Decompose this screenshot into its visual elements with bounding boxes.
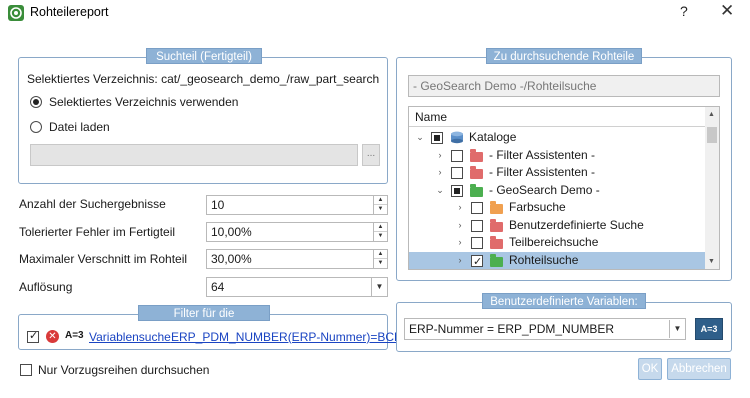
folder-icon	[490, 236, 503, 249]
tree-checkbox[interactable]	[451, 184, 463, 197]
filter-expression-link[interactable]: ERP_PDM_NUMBER(ERP-Nummer)=BCD	[171, 330, 403, 344]
waste-label: Maximaler Verschnitt im Rohteil	[19, 252, 188, 266]
tree-item-label: Kataloge	[469, 130, 517, 144]
load-file-label[interactable]: Datei laden	[49, 120, 110, 134]
search-part-legend: Suchteil (Fertigteil)	[146, 48, 262, 64]
folder-icon	[490, 218, 503, 232]
selected-directory-label: Selektiertes Verzeichnis: cat/_geosearch…	[27, 72, 380, 86]
tree-checkbox[interactable]	[451, 149, 463, 162]
window-title: Rohteilereport	[30, 5, 109, 19]
chevron-right-icon[interactable]: ›	[435, 147, 445, 165]
tree-item-label: Teilbereichsuche	[509, 235, 599, 249]
scroll-up-icon[interactable]: ▲	[708, 111, 715, 118]
chevron-right-icon[interactable]: ›	[435, 164, 445, 182]
tree-item-label: - GeoSearch Demo -	[489, 182, 600, 197]
tolerance-label: Tolerierter Fehler im Fertigteil	[19, 225, 176, 239]
browse-button[interactable]: ...	[362, 144, 380, 166]
waste-input[interactable]: 30,00% ▲ ▼	[206, 249, 388, 269]
chevron-down-icon[interactable]: ▼	[371, 278, 387, 296]
variables-legend: Benutzerdefinierte Variablen:	[482, 293, 646, 309]
tree-checkbox[interactable]	[431, 132, 443, 144]
tree-item-label: Rohteilsuche	[509, 252, 579, 267]
use-directory-label[interactable]: Selektiertes Verzeichnis verwenden	[49, 95, 238, 109]
folder-icon	[470, 148, 483, 162]
file-path-input[interactable]	[30, 144, 358, 166]
chevron-right-icon[interactable]: ›	[455, 234, 465, 252]
folder-icon	[490, 201, 503, 214]
cancel-button[interactable]: Abbrechen	[667, 358, 731, 380]
spin-up-icon[interactable]: ▲	[374, 196, 387, 205]
spin-down-icon[interactable]: ▼	[374, 205, 387, 214]
tree-row[interactable]: › Teilbereichsuche	[409, 234, 705, 252]
tree-row[interactable]: ⌄ Kataloge	[409, 129, 705, 147]
tree-item-label: - Filter Assistenten -	[489, 165, 596, 179]
tolerance-input[interactable]: 10,00% ▲ ▼	[206, 222, 388, 242]
preferred-only-checkbox[interactable]	[20, 364, 32, 376]
tree-checkbox[interactable]	[471, 253, 483, 269]
filter-legend: Filter für die Ergebnisse:	[138, 305, 270, 336]
tree-row[interactable]: › - Filter Assistenten -	[409, 164, 705, 182]
tree-item-label: Benutzerdefinierte Suche	[509, 217, 644, 232]
spin-down-icon[interactable]: ▼	[374, 232, 387, 241]
waste-value: 30,00%	[211, 252, 252, 266]
folder-icon	[470, 166, 483, 179]
tree-row[interactable]: › - Filter Assistenten -	[409, 147, 705, 165]
tree-checkbox[interactable]	[471, 219, 483, 232]
help-button[interactable]: ?	[680, 3, 688, 19]
tree-column-header[interactable]: Name	[409, 107, 705, 127]
chevron-right-icon[interactable]: ›	[455, 199, 465, 217]
selected-path-field: - GeoSearch Demo -/Rohteilsuche	[408, 75, 720, 97]
tree-item-label: - Filter Assistenten -	[489, 147, 596, 162]
results-count-input[interactable]: 10 ▲ ▼	[206, 195, 388, 215]
tree-item-label: Farbsuche	[509, 200, 566, 214]
raw-parts-tree: Name ▲ ▼ ⌄ Kataloge › - Filter Assistenten …	[408, 106, 720, 270]
variables-select[interactable]: ERP-Nummer = ERP_PDM_NUMBER ▼	[404, 318, 686, 340]
scroll-down-icon[interactable]: ▼	[708, 258, 715, 265]
app-icon	[8, 5, 24, 21]
waste-spinner[interactable]: ▲ ▼	[373, 250, 387, 268]
tree-row[interactable]: › Benutzerdefinierte Suche	[409, 217, 705, 235]
tree-row[interactable]: ⌄ - GeoSearch Demo -	[409, 182, 705, 200]
chevron-down-icon[interactable]: ⌄	[435, 182, 445, 200]
scroll-thumb[interactable]	[707, 127, 717, 143]
variable-search-link[interactable]: Variablensuche	[89, 330, 171, 344]
folder-icon	[470, 183, 483, 197]
folder-icon	[490, 253, 503, 267]
results-count-value: 10	[211, 198, 225, 212]
tree-row[interactable]: › Rohteilsuche	[409, 251, 705, 270]
preferred-only-label[interactable]: Nur Vorzugsreihen durchsuchen	[38, 363, 209, 377]
tree-scrollbar[interactable]: ▲ ▼	[705, 107, 719, 269]
spin-up-icon[interactable]: ▲	[374, 223, 387, 232]
tree-checkbox[interactable]	[471, 237, 483, 249]
resolution-label: Auflösung	[19, 280, 73, 294]
title-bar: Rohteilereport ? ✕	[0, 0, 750, 26]
tree-checkbox[interactable]	[451, 167, 463, 179]
tolerance-value: 10,00%	[211, 225, 252, 239]
close-button[interactable]: ✕	[720, 1, 734, 21]
catalog-icon	[450, 131, 464, 144]
tree-checkbox[interactable]	[471, 202, 483, 214]
raw-parts-legend: Zu durchsuchende Rohteile	[486, 48, 642, 64]
tree-row[interactable]: › Farbsuche	[409, 199, 705, 217]
variable-badge-icon: A=3	[65, 330, 84, 341]
use-directory-radio[interactable]	[30, 96, 42, 108]
spin-up-icon[interactable]: ▲	[374, 250, 387, 259]
resolution-select[interactable]: 64 ▼	[206, 277, 388, 297]
variables-select-value: ERP-Nummer = ERP_PDM_NUMBER	[409, 322, 615, 336]
chevron-right-icon[interactable]: ›	[455, 217, 465, 235]
chevron-down-icon[interactable]: ⌄	[415, 129, 425, 147]
filter-item-checkbox[interactable]	[27, 329, 39, 343]
results-count-label: Anzahl der Suchergebnisse	[19, 197, 166, 211]
variable-editor-button[interactable]: A=3	[695, 318, 723, 340]
ok-button[interactable]: OK	[638, 358, 662, 380]
tolerance-spinner[interactable]: ▲ ▼	[373, 223, 387, 241]
resolution-value: 64	[211, 280, 225, 294]
chevron-down-icon[interactable]: ▼	[669, 320, 685, 338]
load-file-radio[interactable]	[30, 121, 42, 133]
chevron-right-icon[interactable]: ›	[455, 252, 465, 270]
spin-down-icon[interactable]: ▼	[374, 259, 387, 268]
results-count-spinner[interactable]: ▲ ▼	[373, 196, 387, 214]
remove-filter-icon[interactable]: ✕	[46, 330, 59, 343]
